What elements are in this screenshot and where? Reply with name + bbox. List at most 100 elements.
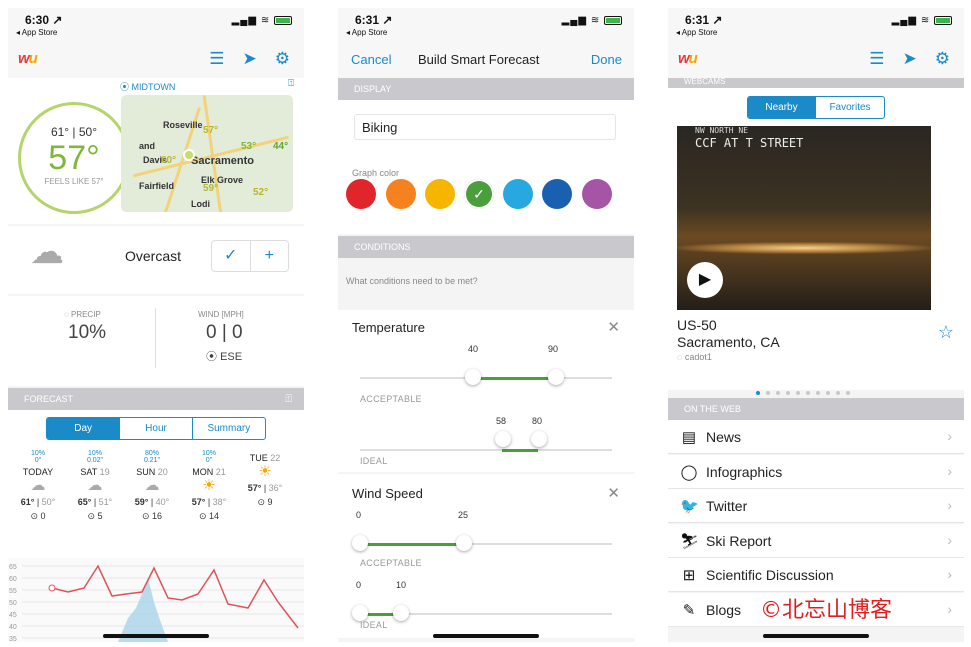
wind-acceptable-low: 0	[356, 510, 362, 520]
chevron-right-icon: ›	[947, 600, 952, 617]
status-time: 6:31 ↗	[355, 13, 393, 27]
search-menu-icon[interactable]: ☰	[869, 49, 884, 69]
wu-logo: wu	[678, 50, 698, 67]
favorite-star-icon[interactable]: ☆	[938, 322, 954, 343]
temp-ideal-range	[502, 449, 538, 452]
status-bar: 6:30 ↗ ◂ App Store ▂▄▆ ≋	[8, 8, 304, 42]
page-dot[interactable]	[796, 391, 800, 395]
webcam-image[interactable]: NW NORTH NE CCF AT T STREET ▶	[677, 126, 931, 310]
back-to-app-store[interactable]: ◂ App Store	[346, 28, 387, 37]
forecast-day[interactable]: 80% 0.21" SUN 20 ☁ 59° | 40° ⊙ 16	[124, 450, 180, 522]
gear-icon[interactable]: ⚙	[935, 49, 950, 69]
play-icon[interactable]: ▶	[687, 262, 723, 298]
page-dot[interactable]	[836, 391, 840, 395]
web-link-infographics[interactable]: ◯ Infographics ›	[668, 454, 964, 489]
page-dot[interactable]	[816, 391, 820, 395]
map-label: and	[139, 141, 156, 151]
radar-map[interactable]: Roseville Sacramento Elk Grove Fairfield…	[121, 95, 293, 212]
phone-webcams: 6:31 ↗ ◂ App Store ▂▄▆ ≋ wu ☰ ➤ ⚙ WEBCAM…	[668, 8, 964, 642]
tab-hour[interactable]: Hour	[119, 418, 191, 439]
temp-acceptable-high: 90	[548, 344, 559, 354]
temp-acceptable-low-handle[interactable]	[465, 369, 481, 385]
forecast-day[interactable]: TUE 22 ☀ 57° | 36° ⊙ 9	[237, 450, 293, 508]
color-swatch[interactable]: ✓	[464, 179, 494, 209]
tab-day[interactable]: Day	[47, 418, 120, 439]
tab-summary[interactable]: Summary	[191, 418, 265, 439]
tab-nearby[interactable]: Nearby	[748, 97, 815, 118]
wu-logo: wu	[18, 50, 38, 67]
map-temp: 52°	[253, 187, 269, 198]
temp-ideal-low-handle[interactable]	[495, 431, 511, 447]
day-wind: ⊙ 14	[198, 511, 220, 521]
forecast-name-input[interactable]: Biking	[354, 114, 616, 140]
page-dot[interactable]	[826, 391, 830, 395]
top-nav: Cancel Build Smart Forecast Done	[338, 42, 634, 78]
color-swatch[interactable]	[386, 179, 416, 209]
wind-acceptable-high-handle[interactable]	[456, 535, 472, 551]
search-menu-icon[interactable]: ☰	[209, 49, 224, 69]
map-label: Lodi	[191, 199, 210, 209]
nav-icons: ☰ ➤ ⚙	[869, 49, 950, 69]
location-label[interactable]: ⦿ MIDTOWN	[120, 80, 175, 93]
web-link-twitter[interactable]: 🐦 Twitter ›	[668, 489, 964, 523]
close-icon[interactable]: ✕	[607, 484, 620, 502]
color-swatch[interactable]	[582, 179, 612, 209]
share-icon[interactable]: ⍐	[288, 78, 294, 89]
web-link-scientific-discussion[interactable]: ⊞ Scientific Discussion ›	[668, 558, 964, 592]
color-swatch[interactable]	[503, 179, 533, 209]
map-temp: 44°	[273, 141, 289, 152]
page-dot[interactable]	[756, 391, 760, 395]
add-button[interactable]: +	[251, 241, 289, 271]
wind-ideal-high-handle[interactable]	[393, 605, 409, 621]
color-swatch[interactable]	[542, 179, 572, 209]
cancel-button[interactable]: Cancel	[351, 52, 391, 67]
page-dot[interactable]	[786, 391, 790, 395]
wind-speed-label: Wind Speed	[352, 486, 423, 501]
share-icon[interactable]: ⍐	[285, 388, 292, 410]
day-precip-amount: 0"	[34, 457, 42, 464]
check-button[interactable]: ✓	[212, 241, 251, 271]
done-button[interactable]: Done	[591, 52, 622, 67]
day-precip: 10%	[30, 450, 45, 457]
close-icon[interactable]: ✕	[607, 318, 620, 336]
gear-icon[interactable]: ⚙	[275, 49, 290, 69]
graph-tick-label: 40	[9, 624, 17, 631]
ski-report-icon: ⛷	[680, 532, 700, 550]
color-swatch[interactable]	[346, 179, 376, 209]
day-name: TODAY	[22, 467, 54, 477]
chevron-right-icon: ›	[947, 566, 952, 582]
precip-label: ◌ PRECIP	[64, 310, 101, 319]
forecast-day[interactable]: 10% 0" MON 21 ☀ 57° | 38° ⊙ 14	[181, 450, 237, 522]
temperature-label: Temperature	[352, 320, 425, 335]
tab-favorites[interactable]: Favorites	[815, 97, 884, 118]
temperature-ring: 61° | 50° 57° FEELS LIKE 57°	[18, 102, 130, 214]
precip-value: 10%	[68, 322, 107, 343]
location-arrow-icon[interactable]: ➤	[243, 49, 257, 69]
conditions-card: ⦿ MIDTOWN ⍐ 61° | 50° 57° FEELS LIKE 57°…	[8, 78, 304, 224]
color-swatch[interactable]	[425, 179, 455, 209]
location-arrow-icon[interactable]: ➤	[903, 49, 917, 69]
page-dot[interactable]	[776, 391, 780, 395]
wind-ideal-low-handle[interactable]	[352, 605, 368, 621]
back-to-app-store[interactable]: ◂ App Store	[676, 28, 717, 37]
wind-ideal-low: 0	[356, 580, 362, 590]
forecast-day[interactable]: 10% 0.02" SAT 19 ☁ 65° | 51° ⊙ 5	[67, 450, 123, 522]
current-temp: 57°	[48, 139, 100, 177]
top-nav: wu ☰ ➤ ⚙	[8, 42, 304, 78]
temp-ideal-high-handle[interactable]	[531, 431, 547, 447]
scientific-discussion-icon: ⊞	[682, 567, 696, 584]
forecast-day[interactable]: 10% 0" TODAY ☁ 61° | 50° ⊙ 0	[10, 450, 66, 522]
page-dot[interactable]	[806, 391, 810, 395]
cloud-icon: ☁	[30, 477, 46, 494]
web-link-news[interactable]: ▤ News ›	[668, 420, 964, 454]
system-icons: ▂▄▆ ≋	[562, 15, 622, 26]
page-dot[interactable]	[846, 391, 850, 395]
page-dot[interactable]	[766, 391, 770, 395]
back-to-app-store[interactable]: ◂ App Store	[16, 28, 57, 37]
web-link-ski-report[interactable]: ⛷ Ski Report ›	[668, 523, 964, 558]
temp-acceptable-high-handle[interactable]	[548, 369, 564, 385]
acceptable-label: ACCEPTABLE	[360, 394, 422, 404]
home-indicator	[433, 634, 539, 638]
wind-acceptable-low-handle[interactable]	[352, 535, 368, 551]
graph-tick-label: 55	[9, 588, 17, 595]
